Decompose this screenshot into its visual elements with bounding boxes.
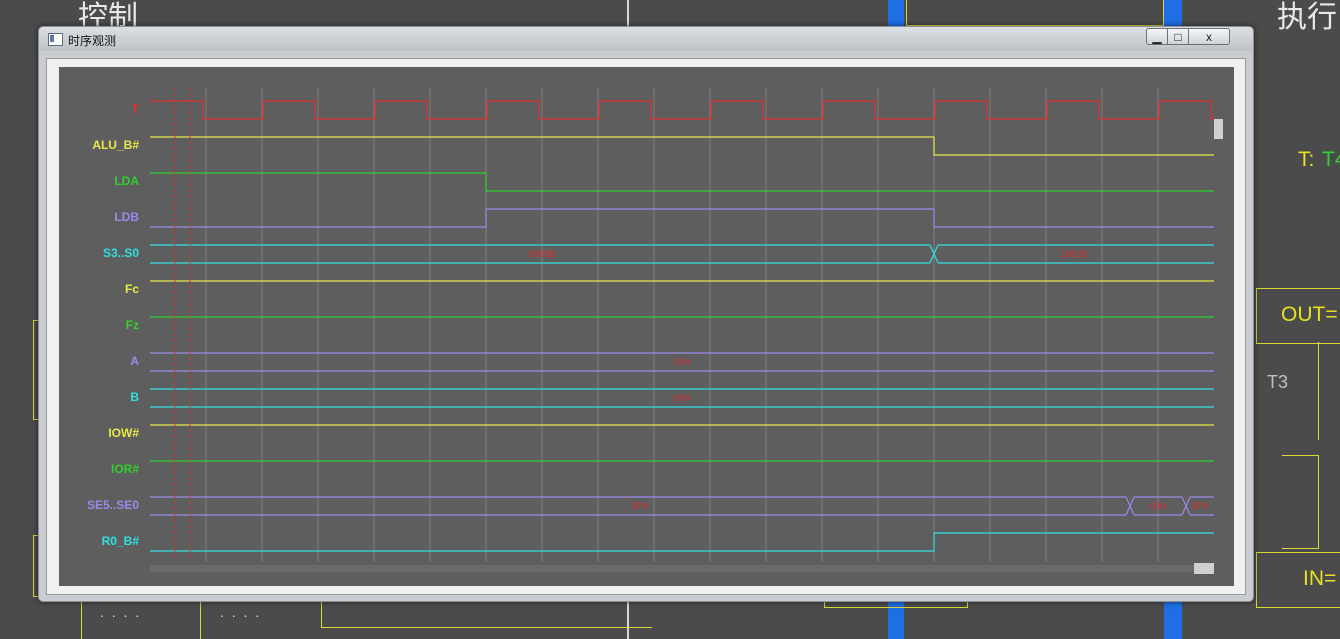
horizontal-scrollbar-track	[150, 565, 1214, 572]
bus-value-label: 1001B	[1061, 249, 1087, 259]
bus-value-label: 00H	[674, 393, 691, 403]
wire-left	[81, 600, 82, 639]
signal-label: LDB	[114, 210, 139, 224]
signal-label: IOR#	[111, 462, 139, 476]
wire-left-2	[200, 600, 201, 639]
close-button[interactable]: x	[1188, 28, 1230, 45]
bus-bar-left	[888, 0, 904, 26]
bus-value-label: 0000B	[529, 249, 555, 259]
signal-waveform	[150, 136, 1214, 156]
wire-box	[1282, 455, 1319, 549]
bus-bar-right-bottom	[1164, 600, 1182, 639]
wire-vertical	[1318, 342, 1319, 440]
signal-label: R0_B#	[102, 534, 140, 548]
signal-label: ALU_B#	[92, 138, 139, 152]
minimize-button[interactable]: ▁	[1146, 28, 1168, 45]
clock-waveform	[150, 100, 1214, 120]
signal-label: Fz	[126, 318, 139, 332]
window-client-area: T ALU_B# LDA LDB S3..S0 0000B 1001B Fc Fz A 00H B 00…	[46, 58, 1246, 595]
dots-right: . . . .	[220, 604, 262, 620]
bus-value-label: 3FH	[631, 501, 648, 511]
execute-heading: 执行	[1277, 0, 1337, 35]
signal-label: B	[130, 390, 139, 404]
signal-label: SE5..SE0	[87, 498, 139, 512]
t3-label: T3	[1267, 372, 1289, 392]
bus-value-label: 3FH	[1191, 501, 1208, 511]
vertical-scrollbar-thumb	[1214, 119, 1223, 139]
window-title: 时序观测	[68, 34, 117, 48]
signal-label: S3..S0	[103, 246, 139, 260]
horizontal-scrollbar-thumb	[1194, 563, 1214, 574]
window-app-icon	[48, 33, 63, 46]
window-titlebar[interactable]: 时序观测 ▁ □ x	[39, 27, 1253, 51]
signal-label: T	[132, 102, 140, 116]
bus-value-label: 00H	[1150, 501, 1167, 511]
signal-label: IOW#	[108, 426, 139, 440]
wire-arrow	[321, 600, 652, 628]
dots-left: . . . .	[100, 604, 142, 620]
signal-label: LDA	[114, 174, 139, 188]
signal-waveform	[150, 172, 1214, 192]
t-label: T:	[1298, 148, 1315, 171]
signal-waveform	[150, 208, 1214, 228]
timing-diagram: T ALU_B# LDA LDB S3..S0 0000B 1001B Fc Fz A 00H B 00…	[59, 67, 1234, 586]
signal-label: Fc	[125, 282, 139, 296]
divider-line	[627, 0, 629, 26]
bus-transition	[1181, 496, 1191, 516]
maximize-button[interactable]: □	[1167, 28, 1189, 45]
bus-value-label: 00H	[674, 357, 691, 367]
alu-box	[906, 0, 1164, 26]
signal-label: A	[130, 354, 139, 368]
bus-bar-right	[1164, 0, 1182, 26]
bus-transition	[1125, 496, 1135, 516]
out-label: OUT=	[1281, 303, 1338, 326]
in-label: IN=	[1303, 567, 1337, 590]
t-value: T4	[1322, 148, 1340, 171]
timing-window: 时序观测 ▁ □ x T ALU_B# LDA LDB S3..S0 0000B 1001B…	[38, 26, 1254, 602]
timing-chart-svg: T ALU_B# LDA LDB S3..S0 0000B 1001B Fc Fz A 00H B 00…	[87, 87, 1223, 574]
signal-waveform	[150, 532, 1214, 552]
